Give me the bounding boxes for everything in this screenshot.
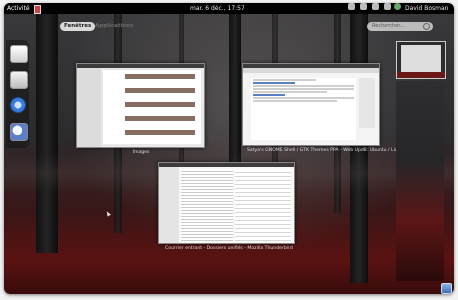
- user-menu[interactable]: David Bosman: [405, 3, 448, 14]
- browser-side-column: [359, 78, 375, 128]
- workspace-thumbnail-empty[interactable]: [396, 81, 444, 281]
- chromium-icon[interactable]: [10, 97, 26, 113]
- window-thumbnail-images[interactable]: [76, 63, 205, 148]
- background-tree: [36, 13, 58, 253]
- window-sidebar: [77, 68, 101, 147]
- browser-page: [251, 78, 356, 140]
- activities-button[interactable]: Activité: [7, 3, 30, 14]
- window-thumbnail-browser[interactable]: [242, 63, 380, 146]
- app-menu-icon[interactable]: [34, 5, 41, 14]
- text-editor-icon[interactable]: [10, 45, 28, 63]
- tab-windows[interactable]: Fenêtres: [60, 22, 96, 31]
- corner-app-icon: [441, 283, 452, 294]
- window-titlebar: [159, 163, 294, 167]
- search-placeholder: Rechercher...: [372, 23, 405, 29]
- search-input[interactable]: Rechercher...: [367, 22, 433, 31]
- desktop-screen: Activité mar. 6 déc., 17:57 David Bosman…: [4, 3, 454, 294]
- mouse-cursor: [105, 210, 111, 217]
- mail-preview-pane: [235, 169, 291, 241]
- window-content: [103, 70, 201, 144]
- top-panel: Activité mar. 6 déc., 17:57 David Bosman: [4, 3, 454, 14]
- network-icon[interactable]: [372, 3, 379, 10]
- clock[interactable]: mar. 6 déc., 17:57: [190, 3, 245, 14]
- mail-message-list: [181, 169, 233, 241]
- battery-icon[interactable]: [384, 3, 391, 10]
- window-caption: Courrier entrant - Dossiers unifiés - Mo…: [165, 246, 293, 251]
- file-manager-icon[interactable]: [10, 71, 28, 89]
- window-thumbnail-thunderbird[interactable]: [158, 162, 295, 244]
- workspace-thumbnail-active[interactable]: [396, 41, 446, 79]
- mail-folder-pane: [159, 167, 179, 243]
- window-caption: Images: [132, 150, 150, 155]
- tab-applications[interactable]: Applications: [91, 22, 137, 31]
- search-icon: [423, 23, 430, 30]
- volume-icon[interactable]: [348, 3, 355, 10]
- dash: [6, 40, 29, 148]
- user-status-icon[interactable]: [394, 3, 401, 10]
- bluetooth-icon[interactable]: [360, 3, 367, 10]
- thunderbird-icon[interactable]: [10, 123, 28, 141]
- window-caption: Satya's GNOME Shell / GTK Themes PPA - W…: [247, 148, 403, 153]
- browser-toolbar: [243, 68, 379, 73]
